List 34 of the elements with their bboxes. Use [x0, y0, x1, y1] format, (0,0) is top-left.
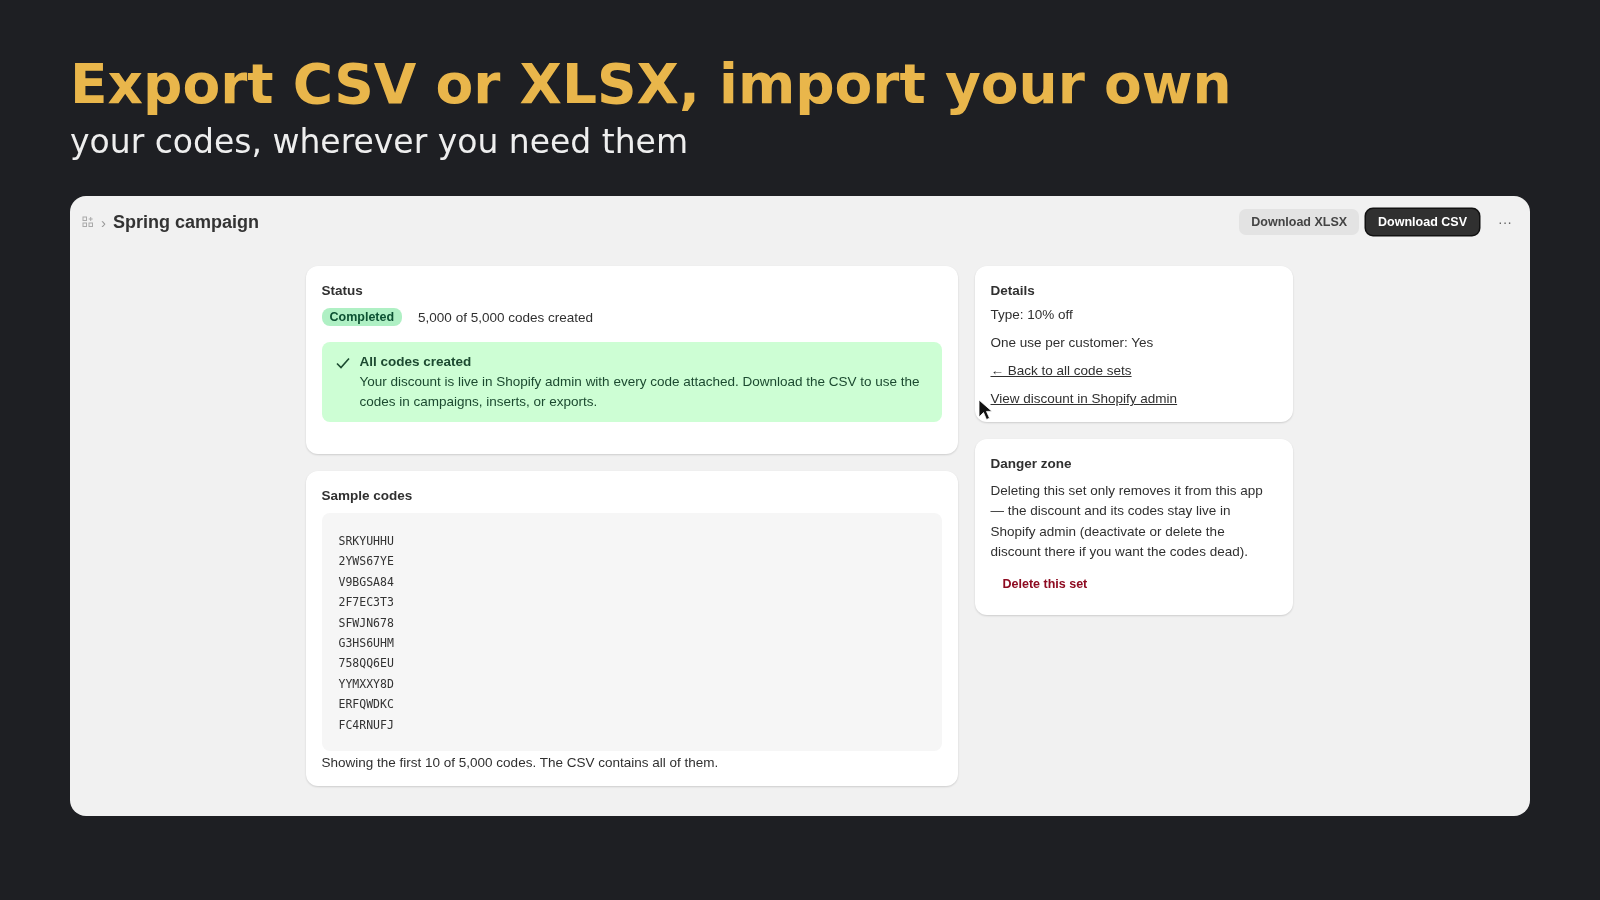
details-text: Type: 10% off [990, 308, 1074, 322]
banner-text: Your discount is live in Shopify admin with every code attached. Download the CSV to use the codes in campaigns, inserts, or exports. [359, 373, 921, 411]
code-line: SRKYUHHU [338, 533, 395, 550]
page-title: Spring campaign [113, 211, 260, 233]
download-button[interactable]: Download XLSX [1239, 209, 1360, 235]
breadcrumb-separator: › [101, 213, 106, 231]
code-line: V9BGSA84 [338, 573, 395, 591]
details-link[interactable]: ← Back to all code sets [990, 364, 1132, 378]
checkmark-icon [335, 357, 350, 369]
apps-icon[interactable] [82, 216, 94, 228]
card-title: Sample codes [321, 488, 414, 503]
banner-title: All codes created [359, 353, 473, 371]
status-badge: Completed [321, 308, 403, 326]
more-menu-button[interactable]: ··· [1494, 214, 1516, 230]
details-link[interactable]: View discount in Shopify admin [990, 392, 1178, 406]
code-line: ERFQWDKC [338, 696, 395, 714]
card-title: Status [321, 283, 364, 298]
code-line: 2YWS67YE [338, 553, 395, 571]
danger-text: Deleting this set only removes it from this app — the discount and its codes stay live in Shopify admin (deactivate or delete the discount there if you want the codes dead). [990, 482, 1264, 562]
code-line: FC4RNUFJ [338, 716, 395, 734]
code-line: SFWJN678 [338, 614, 395, 632]
code-line: 758QQ6EU [338, 655, 395, 673]
card-title: Danger zone [990, 456, 1073, 471]
details-text: One use per customer: Yes [990, 336, 1155, 350]
code-line: YYMXXY8D [338, 675, 395, 693]
code-line: 2F7EC3T3 [338, 594, 395, 612]
card-title: Details [990, 283, 1036, 298]
subheadline: your codes, wherever you need them [70, 122, 690, 162]
download-button[interactable]: Download CSV [1366, 209, 1479, 235]
codes-footnote: Showing the first 10 of 5,000 codes. The CSV contains all of them. [321, 755, 720, 771]
delete-button[interactable]: Delete this set [990, 568, 1100, 599]
progress-text: 5,000 of 5,000 codes created [418, 309, 593, 325]
headline: Export CSV or XLSX, import your own [70, 52, 1233, 116]
code-line: G3HS6UHM [338, 635, 395, 653]
